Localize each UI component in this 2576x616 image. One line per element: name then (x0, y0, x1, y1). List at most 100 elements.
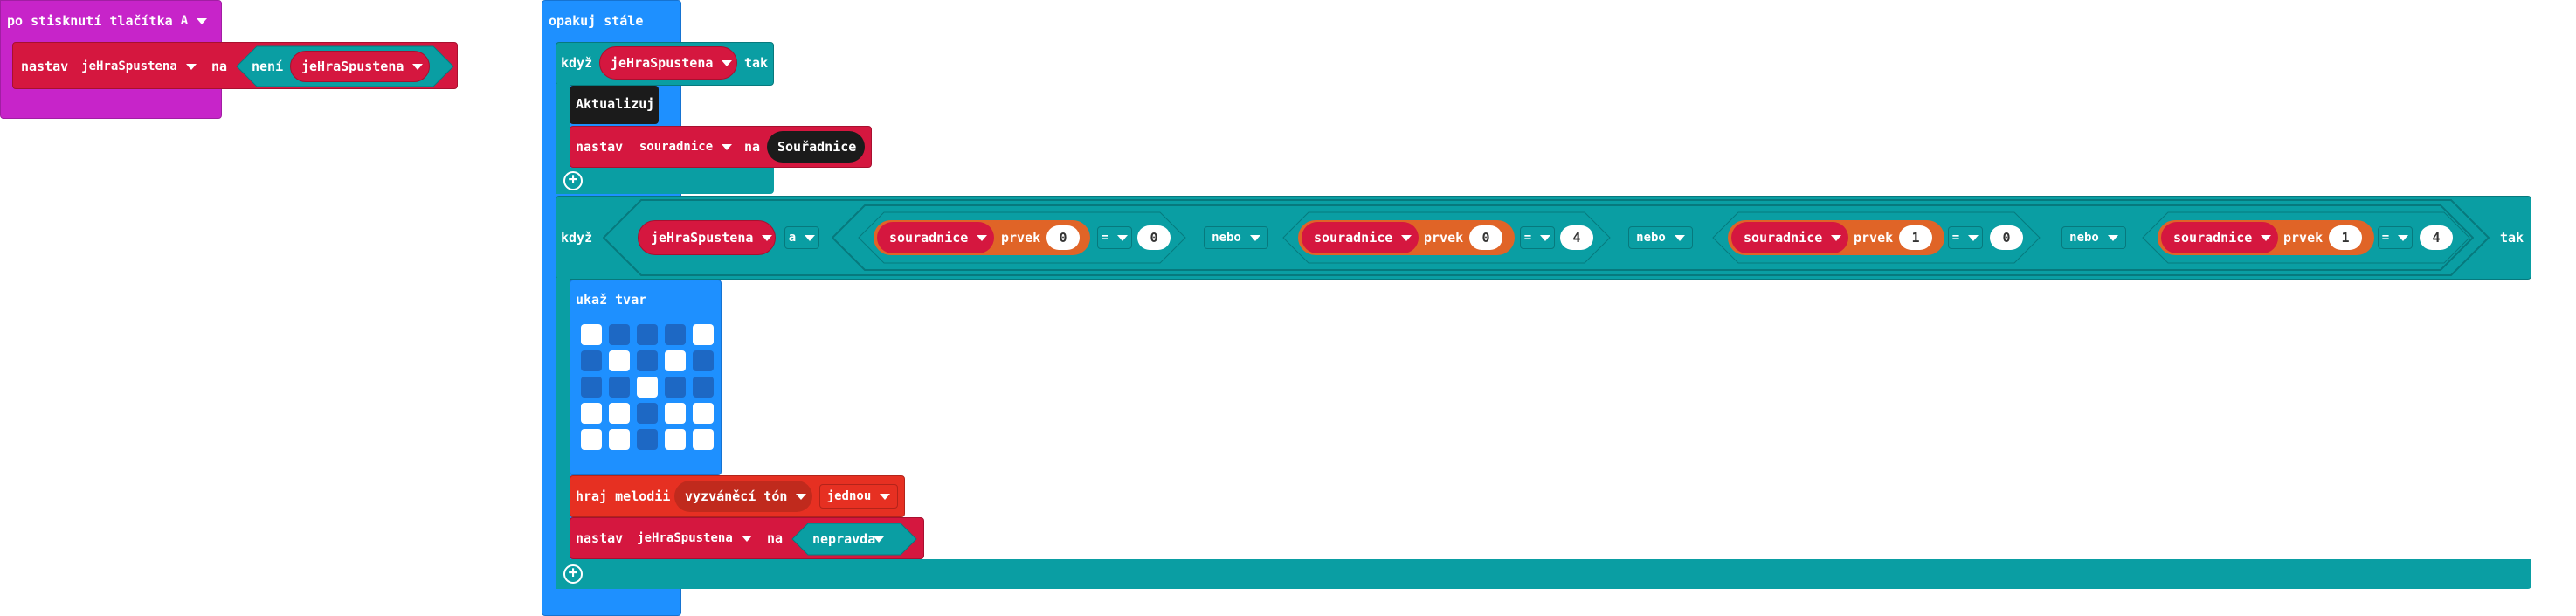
and-operator-dropdown[interactable]: a (784, 226, 819, 249)
led-cell[interactable] (581, 403, 602, 424)
index-input-1[interactable]: 0 (1046, 225, 1080, 250)
led-cell[interactable] (637, 429, 658, 450)
led-cell[interactable] (609, 377, 630, 398)
led-cell[interactable] (581, 429, 602, 450)
led-cell[interactable] (637, 324, 658, 345)
array-variable-name-3: souradnice (1744, 230, 1823, 246)
chevron-down-icon (185, 63, 197, 70)
compare-operator-dropdown-4[interactable]: = (2378, 226, 2413, 249)
if-block-2-footer[interactable] (556, 559, 2531, 589)
or-operator-dropdown-2[interactable]: nebo (1628, 226, 1693, 249)
led-cell[interactable] (609, 350, 630, 371)
compare-value-input-1[interactable]: 0 (1137, 225, 1171, 250)
game-running-variable-name: jeHraSpustena (637, 531, 733, 545)
coordinates-function-pill[interactable]: Souřadnice (767, 131, 865, 163)
compare-value-input-4[interactable]: 4 (2420, 225, 2453, 250)
led-cell[interactable] (581, 324, 602, 345)
chevron-down-icon (796, 493, 807, 500)
on-button-pressed-label: po stisknutí tlačítka (7, 13, 173, 29)
led-cell[interactable] (609, 429, 630, 450)
array-variable-pill-1[interactable]: souradnice (877, 222, 994, 253)
chevron-down-icon (2398, 234, 2409, 241)
chevron-down-icon (1831, 234, 1842, 241)
led-cell[interactable] (665, 350, 686, 371)
compare-operator-dropdown-3[interactable]: = (1948, 226, 1983, 249)
not-variable-pill[interactable]: jeHraSpustena (290, 51, 430, 82)
melody-name: vyzváněcí tón (685, 488, 788, 504)
compare-operator-1: = (1101, 231, 1109, 245)
compare-operator-4: = (2381, 231, 2390, 245)
game-running-variable-dropdown[interactable]: jeHraSpustena (629, 526, 760, 550)
array-variable-pill-3[interactable]: souradnice (1731, 222, 1848, 253)
chevron-down-icon (2107, 234, 2118, 241)
led-cell[interactable] (637, 403, 658, 424)
led-cell[interactable] (665, 403, 686, 424)
chevron-down-icon[interactable] (874, 536, 884, 543)
led-cell[interactable] (665, 324, 686, 345)
forever-label: opakuj stále (549, 13, 644, 29)
button-select-dropdown[interactable]: A (176, 10, 211, 31)
or-operator-label-2: nebo (1636, 231, 1666, 245)
if-block-1-footer[interactable] (556, 168, 774, 194)
compare-value-input-2[interactable]: 4 (1560, 225, 1593, 250)
if1-condition-variable[interactable]: jeHraSpustena (599, 46, 737, 80)
led-cell[interactable] (665, 377, 686, 398)
led-cell[interactable] (693, 377, 714, 398)
index-input-2[interactable]: 0 (1469, 225, 1502, 250)
compare-operator-dropdown-1[interactable]: = (1097, 226, 1132, 249)
show-leds-label: ukaž tvar (576, 292, 647, 308)
then-label-2: tak (2500, 230, 2524, 246)
compare-operator-3: = (1951, 231, 1960, 245)
if2-condition-variable[interactable]: jeHraSpustena (638, 220, 776, 255)
led-cell[interactable] (693, 324, 714, 345)
led-cell[interactable] (665, 429, 686, 450)
or-operator-dropdown-1[interactable]: nebo (1204, 226, 1268, 249)
item-label-2: prvek (1424, 230, 1464, 246)
compare-operator-dropdown-2[interactable]: = (1520, 226, 1555, 249)
array-variable-pill-4[interactable]: souradnice (2161, 222, 2278, 253)
and-operator-label: a (788, 231, 797, 245)
coordinates-function-label: Souřadnice (777, 139, 857, 155)
variable-dropdown[interactable]: jeHraSpustena (73, 54, 204, 79)
update-function-label: Aktualizuj (576, 96, 655, 112)
led-cell[interactable] (581, 350, 602, 371)
compare-operator-2: = (1523, 231, 1532, 245)
add-else-plus-icon[interactable]: + (563, 171, 583, 190)
array-variable-name-1: souradnice (889, 230, 969, 246)
or-operator-dropdown-3[interactable]: nebo (2061, 226, 2126, 249)
led-cell[interactable] (693, 403, 714, 424)
repeat-dropdown[interactable]: jednou (819, 484, 898, 509)
chevron-down-icon (722, 59, 733, 66)
chevron-down-icon (741, 535, 752, 542)
to-label: na (211, 59, 228, 74)
index-input-4[interactable]: 1 (2329, 225, 2362, 250)
melody-dropdown[interactable]: vyzváněcí tón (674, 481, 812, 512)
led-cell[interactable] (609, 324, 630, 345)
variable-name: jeHraSpustena (81, 59, 177, 73)
led-cell[interactable] (609, 403, 630, 424)
led-cell[interactable] (693, 350, 714, 371)
chevron-down-icon (1968, 234, 1979, 241)
if1-condition-variable-name: jeHraSpustena (611, 55, 714, 71)
play-melody-label: hraj melodii (576, 488, 671, 504)
add-else-plus-icon-2[interactable]: + (563, 564, 583, 584)
chevron-down-icon (1540, 234, 1551, 241)
chevron-down-icon (1117, 234, 1129, 241)
led-cell[interactable] (581, 377, 602, 398)
if-label-1: když (561, 55, 593, 71)
chevron-down-icon (805, 234, 816, 241)
compare-value-input-3[interactable]: 0 (1990, 225, 2023, 250)
if-block-2-body-bar (556, 278, 570, 589)
led-grid[interactable] (581, 324, 721, 464)
item-label-3: prvek (1854, 230, 1894, 246)
set-label-3: nastav (576, 530, 624, 546)
array-variable-pill-2[interactable]: souradnice (1302, 222, 1419, 253)
led-cell[interactable] (637, 377, 658, 398)
led-cell[interactable] (637, 350, 658, 371)
coordinates-variable-dropdown[interactable]: souradnice (629, 135, 742, 159)
false-value-label: nepravda (812, 531, 876, 547)
or-operator-label-1: nebo (1212, 231, 1241, 245)
index-input-3[interactable]: 1 (1899, 225, 1932, 250)
chevron-down-icon (722, 143, 733, 150)
led-cell[interactable] (693, 429, 714, 450)
